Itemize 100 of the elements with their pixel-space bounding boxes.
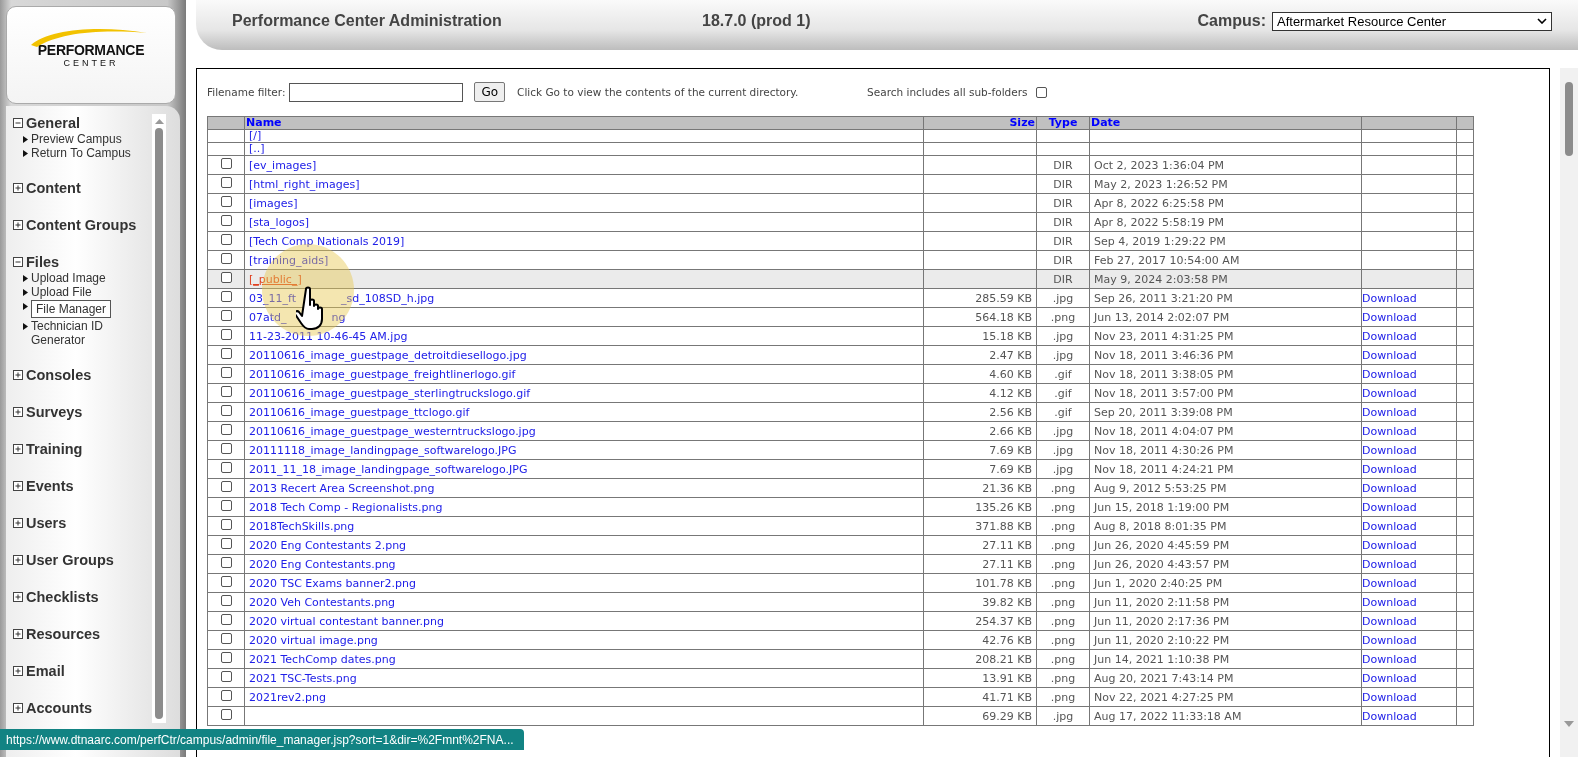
scroll-thumb[interactable] <box>155 128 163 719</box>
checkbox[interactable] <box>220 310 232 321</box>
checkbox[interactable] <box>220 177 232 188</box>
sidebar-section[interactable]: Content Groups <box>26 217 137 233</box>
scrollbar[interactable] <box>1560 68 1578 757</box>
expand-icon[interactable] <box>13 555 23 565</box>
sidebar-section[interactable]: Resources <box>26 626 101 642</box>
expand-icon[interactable] <box>13 220 23 230</box>
file-link[interactable]: 11-23-2011 10-46-45 AM.jpg <box>249 329 408 343</box>
file-link[interactable]: ng <box>331 310 346 324</box>
column-header[interactable]: Size <box>923 116 1037 130</box>
checkbox[interactable] <box>220 557 232 568</box>
file-link[interactable]: 2018 Tech Comp - Regionalists.png <box>249 500 443 514</box>
sidebar-section[interactable]: Accounts <box>26 700 93 716</box>
expand-icon[interactable] <box>13 592 23 602</box>
file-link[interactable]: 2020 Eng Contestants.png <box>249 557 396 571</box>
file-link[interactable]: 2021 TSC-Tests.png <box>249 671 357 685</box>
sidebar-section[interactable]: Users <box>26 515 67 531</box>
expand-icon[interactable] <box>13 183 23 193</box>
expand-icon[interactable] <box>13 666 23 676</box>
scroll-up-icon[interactable] <box>154 118 164 124</box>
checkbox[interactable] <box>220 196 232 207</box>
checkbox[interactable] <box>220 481 232 492</box>
filename-filter-field[interactable] <box>289 82 464 102</box>
folder-link[interactable]: [ev_images] <box>249 158 317 172</box>
collapse-icon[interactable] <box>13 257 23 267</box>
checkbox[interactable] <box>220 253 232 264</box>
expand-icon[interactable] <box>13 481 23 491</box>
folder-link[interactable]: [..] <box>249 143 265 155</box>
sidebar-item[interactable]: Preview Campus <box>31 132 122 146</box>
file-link[interactable]: 2020 virtual image.png <box>249 633 378 647</box>
expand-icon[interactable] <box>13 370 23 380</box>
column-header[interactable]: Type <box>1036 116 1090 130</box>
checkbox[interactable] <box>220 215 232 226</box>
folder-link[interactable]: [sta_logos] <box>249 215 310 229</box>
file-link[interactable]: 2020 Eng Contestants 2.png <box>249 538 407 552</box>
file-link[interactable]: 2021 TechComp dates.png <box>249 652 396 666</box>
checkbox[interactable] <box>220 462 232 473</box>
sidebar-section[interactable]: Files <box>26 254 60 270</box>
sidebar-section[interactable]: Training <box>26 441 83 457</box>
checkbox[interactable] <box>220 367 232 378</box>
expand-icon[interactable] <box>13 629 23 639</box>
checkbox[interactable] <box>220 595 232 606</box>
expand-icon[interactable] <box>13 703 23 713</box>
sidebar-section[interactable]: Surveys <box>26 404 83 420</box>
file-link[interactable]: 2021rev2.png <box>249 690 326 704</box>
checkbox[interactable] <box>220 500 232 511</box>
campus-dropdown[interactable]: Aftermarket Resource Center <box>1272 11 1552 31</box>
file-link[interactable]: 07atd_ <box>249 310 287 324</box>
checkbox[interactable] <box>220 386 232 397</box>
checkbox[interactable] <box>220 690 232 701</box>
checkbox[interactable] <box>220 576 232 587</box>
sidebar-item[interactable]: Upload File <box>31 285 92 299</box>
checkbox[interactable] <box>220 671 232 682</box>
folder-link[interactable]: [Tech Comp Nationals 2019] <box>249 234 405 248</box>
folder-link[interactable]: [html_right_images] <box>249 177 360 191</box>
sidebar-item[interactable]: Return To Campus <box>31 146 131 160</box>
checkbox[interactable] <box>220 291 232 302</box>
checkbox[interactable] <box>220 158 232 169</box>
folder-link[interactable]: [/] <box>249 130 262 142</box>
checkbox[interactable] <box>220 652 232 663</box>
column-header[interactable]: Date <box>1089 116 1362 130</box>
checkbox[interactable] <box>220 348 232 359</box>
file-link[interactable]: 2020 TSC Exams banner2.png <box>249 576 416 590</box>
checkbox[interactable] <box>220 709 232 720</box>
checkbox[interactable] <box>220 329 232 340</box>
sidebar-section[interactable]: General <box>26 115 80 131</box>
checkbox[interactable] <box>220 614 232 625</box>
sidebar-section[interactable]: Email <box>26 663 65 679</box>
file-link[interactable]: 03_11_ft <box>249 291 296 305</box>
expand-icon[interactable] <box>13 518 23 528</box>
sidebar-section[interactable]: Content <box>26 180 81 196</box>
sidebar-section[interactable]: Events <box>26 478 74 494</box>
sidebar-section[interactable]: User Groups <box>26 552 114 568</box>
sidebar-item[interactable]: File Manager <box>31 300 112 318</box>
scrollbar[interactable] <box>152 114 166 723</box>
checkbox[interactable] <box>220 272 232 283</box>
go-button[interactable]: Go <box>474 82 506 102</box>
sidebar-item[interactable]: Upload Image <box>31 271 106 285</box>
folder-link[interactable]: [images] <box>249 196 298 210</box>
scroll-thumb[interactable] <box>1565 82 1573 156</box>
checkbox[interactable] <box>220 443 232 454</box>
checkbox[interactable] <box>220 519 232 530</box>
file-link[interactable]: _sd_108SD_h.jpg <box>341 291 435 305</box>
file-link[interactable]: 2018TechSkills.png <box>249 519 355 533</box>
sidebar-item[interactable]: Technician ID Generator <box>31 319 152 347</box>
sidebar-section[interactable]: Checklists <box>26 589 99 605</box>
checkbox[interactable] <box>220 538 232 549</box>
column-header[interactable]: Name <box>244 116 924 130</box>
sidebar-section[interactable]: Consoles <box>26 367 92 383</box>
file-link[interactable]: 2020 Veh Contestants.png <box>249 595 396 609</box>
checkbox[interactable] <box>220 405 232 416</box>
file-link[interactable]: 2013 Recert Area Screenshot.png <box>249 481 435 495</box>
collapse-icon[interactable] <box>13 118 23 128</box>
checkbox[interactable] <box>220 424 232 435</box>
expand-icon[interactable] <box>13 444 23 454</box>
expand-icon[interactable] <box>13 407 23 417</box>
checkbox[interactable] <box>1035 86 1047 98</box>
checkbox[interactable] <box>220 234 232 245</box>
checkbox[interactable] <box>220 633 232 644</box>
